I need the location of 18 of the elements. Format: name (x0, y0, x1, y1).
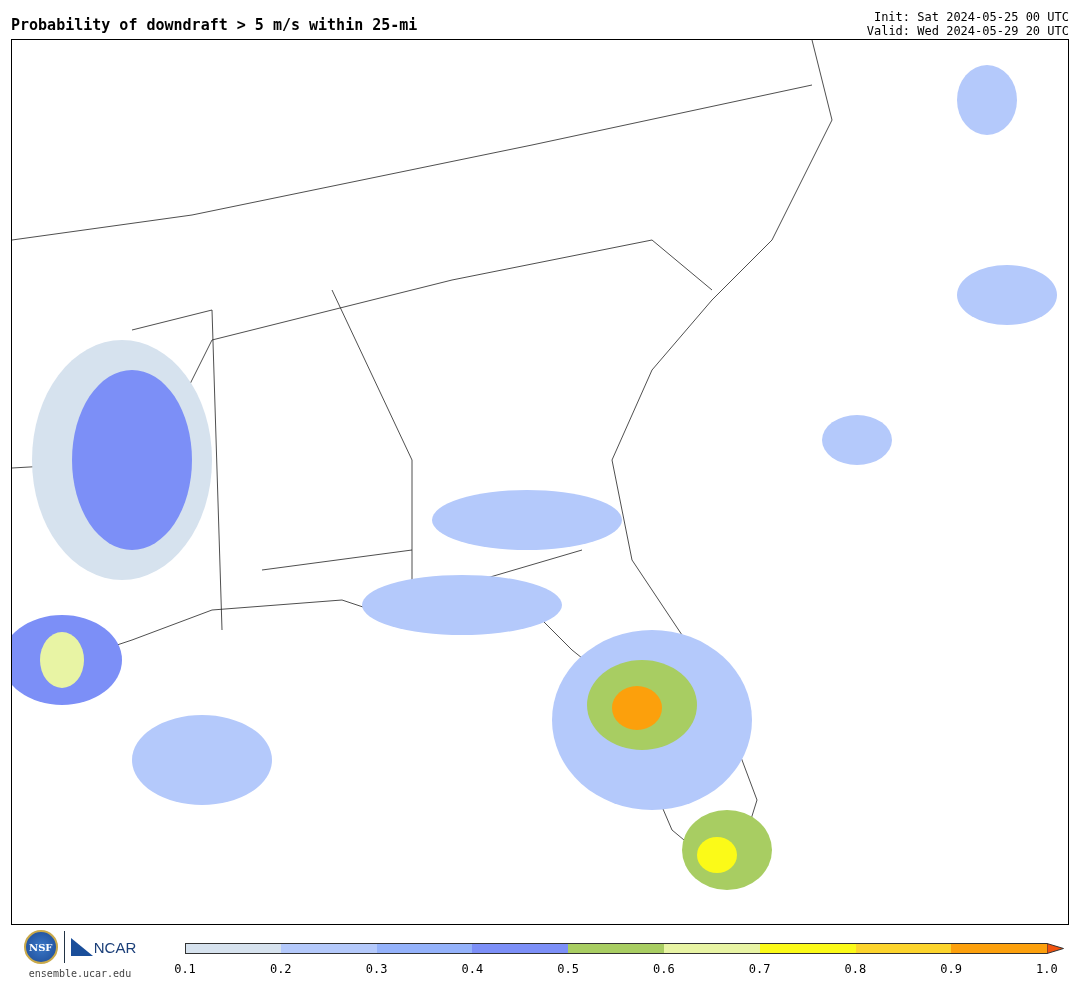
colorbar-tick-label: 0.2 (268, 962, 293, 976)
init-time: Init: Sat 2024-05-25 00 UTC (873, 10, 1069, 24)
colorbar-tick-label: 0.6 (652, 962, 676, 976)
ncar-logo-text: NCAR (93, 938, 137, 956)
colorbar-tick-label: 0.4 (460, 962, 485, 976)
colorbar-tick-label: 0.7 (747, 962, 772, 976)
nsf-logo: NSF (23, 930, 58, 964)
colorbar-tick-label: 0.3 (364, 962, 389, 976)
colorbar-extension-arrow (1047, 943, 1065, 954)
colorbar-tick-label: 0.8 (843, 962, 868, 976)
valid-time: Valid: Wed 2024-05-29 20 UTC (866, 24, 1069, 38)
triangle-logo-icon (70, 938, 93, 956)
colorbar-tick-label: 0.1 (173, 962, 197, 976)
site-url: ensemble.ucar.edu (28, 968, 132, 979)
colorbar-tick-label: 0.9 (939, 962, 963, 976)
chart-title: Probability of downdraft > 5 m/s within 25-mi (11, 16, 418, 36)
colorbar-tick-label: 0.5 (556, 962, 580, 976)
colorbar-tick-label: 1.0 (1035, 962, 1059, 976)
